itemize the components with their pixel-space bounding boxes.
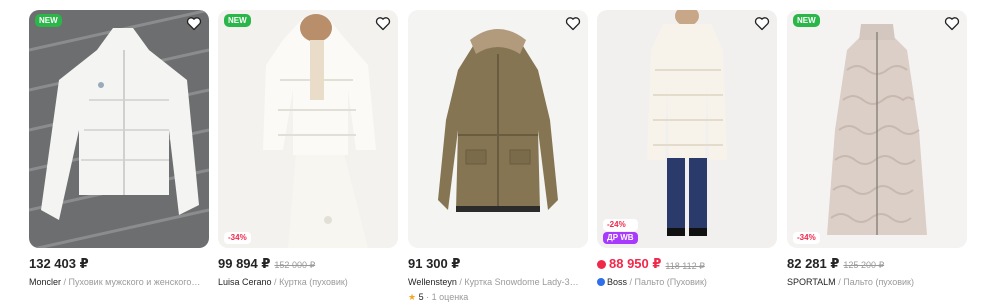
- discount-badge: -34%: [224, 232, 251, 244]
- price: 88 950 ₽: [609, 256, 662, 271]
- product-title[interactable]: Boss / Пальто (Пуховик): [597, 276, 777, 288]
- description: Куртка (пуховик): [279, 277, 348, 287]
- price: 82 281 ₽: [787, 256, 840, 271]
- heart-icon[interactable]: [942, 13, 962, 33]
- heart-icon[interactable]: [373, 13, 393, 33]
- description: Куртка Snowdome Lady-3…: [464, 277, 579, 287]
- old-price: 118 112 ₽: [665, 260, 705, 271]
- price-row: 88 950 ₽ 118 112 ₽: [597, 256, 777, 272]
- price-row: 82 281 ₽ 125 200 ₽: [787, 256, 967, 272]
- price-row: 99 894 ₽ 152 000 ₽: [218, 256, 398, 272]
- product-grid: NEW 132 403 ₽ Moncler / Пуховик мужского…: [0, 0, 984, 303]
- price-row: 132 403 ₽: [29, 256, 209, 272]
- heart-icon[interactable]: [563, 13, 583, 33]
- product-photo[interactable]: NEW: [29, 10, 209, 248]
- description: Пальто (пуховик): [843, 277, 914, 287]
- old-price: 152 000 ₽: [274, 260, 316, 270]
- product-title[interactable]: Wellensteyn / Куртка Snowdome Lady-3…: [408, 276, 588, 288]
- verified-brand-icon: [597, 278, 605, 286]
- badge-stack: -24% ДР WB: [603, 219, 638, 244]
- description: Пальто (Пуховик): [634, 277, 707, 287]
- product-photo[interactable]: -24% ДР WB: [597, 10, 777, 248]
- new-badge: NEW: [793, 14, 820, 27]
- wb-promo-badge: ДР WB: [603, 232, 638, 244]
- brand: Boss: [607, 277, 628, 287]
- product-photo[interactable]: NEW -34%: [218, 10, 398, 248]
- new-badge: NEW: [224, 14, 251, 27]
- new-badge: NEW: [35, 14, 62, 27]
- heart-icon[interactable]: [184, 13, 204, 33]
- brand: Luisa Cerano: [218, 277, 272, 287]
- description: Пуховик мужского и женского…: [68, 277, 201, 287]
- brand: Moncler: [29, 277, 62, 287]
- product-card[interactable]: 91 300 ₽ Wellensteyn / Куртка Snowdome L…: [408, 10, 588, 303]
- product-photo[interactable]: NEW -34%: [787, 10, 967, 248]
- product-title[interactable]: SPORTALM / Пальто (пуховик): [787, 276, 967, 288]
- product-card[interactable]: NEW 132 403 ₽ Moncler / Пуховик мужского…: [29, 10, 209, 301]
- product-card[interactable]: NEW -34% 82 281 ₽ 125 200 ₽ SPORTALM / П…: [787, 10, 967, 301]
- product-card[interactable]: -24% ДР WB 88 950 ₽ 118 112 ₽ Boss / Пал…: [597, 10, 777, 301]
- price-row: 91 300 ₽: [408, 256, 588, 272]
- price: 99 894 ₽: [218, 256, 271, 271]
- brand: Wellensteyn: [408, 277, 457, 287]
- separator: /: [61, 277, 69, 287]
- separator: /: [271, 277, 280, 287]
- sale-icon: [597, 259, 606, 269]
- brand: SPORTALM: [787, 277, 836, 287]
- product-title[interactable]: Moncler / Пуховик мужского и женского…: [29, 276, 209, 288]
- discount-badge: -24%: [603, 219, 638, 231]
- heart-icon[interactable]: [752, 13, 772, 33]
- rating[interactable]: ★ 5 · 1 оценка: [408, 291, 468, 303]
- separator: /: [627, 277, 635, 287]
- product-photo[interactable]: [408, 10, 588, 248]
- sale-price: 88 950 ₽: [597, 256, 661, 272]
- discount-badge: -34%: [793, 232, 820, 244]
- price: 91 300 ₽: [408, 256, 461, 271]
- product-title[interactable]: Luisa Cerano / Куртка (пуховик): [218, 276, 398, 288]
- product-card[interactable]: NEW -34% 99 894 ₽ 152 000 ₽ Luisa Cerano…: [218, 10, 398, 301]
- old-price: 125 200 ₽: [843, 260, 885, 270]
- price: 132 403 ₽: [29, 256, 89, 271]
